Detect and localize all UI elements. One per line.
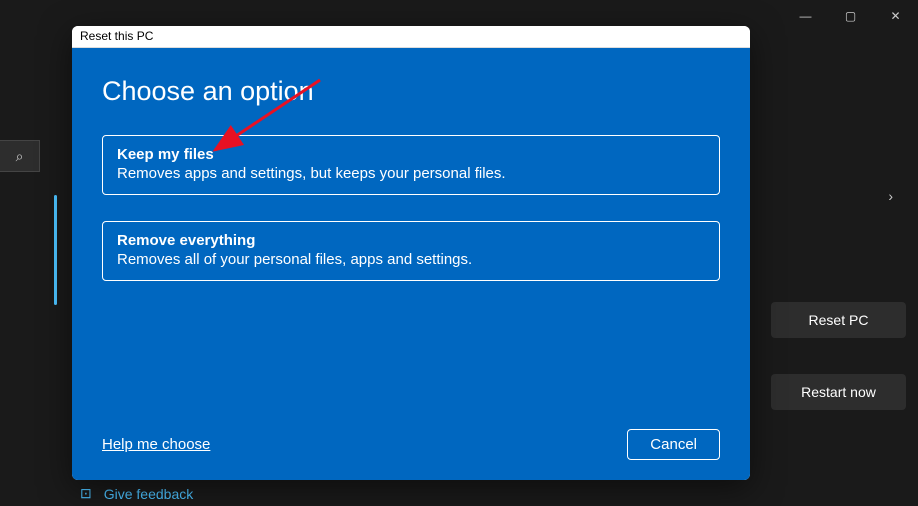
dialog-footer: Help me choose Cancel [102,429,720,460]
feedback-label: Give feedback [104,486,194,502]
dialog-body: Choose an option Keep my files Removes a… [72,48,750,480]
feedback-icon: ⊡ [80,485,92,502]
minimize-button[interactable]: — [783,0,828,32]
option-keep-my-files[interactable]: Keep my files Removes apps and settings,… [102,135,720,195]
restart-now-button[interactable]: Restart now [771,374,906,410]
give-feedback-link[interactable]: ⊡ Give feedback [80,485,193,502]
option-title: Keep my files [117,146,705,163]
sidebar-selection-indicator [54,195,57,305]
help-me-choose-link[interactable]: Help me choose [102,436,210,453]
close-button[interactable]: ✕ [873,0,918,32]
option-description: Removes apps and settings, but keeps you… [117,165,705,182]
dialog-heading: Choose an option [102,76,720,107]
maximize-button[interactable]: ▢ [828,0,873,32]
reset-pc-button[interactable]: Reset PC [771,302,906,338]
search-icon: ⌕ [16,148,24,165]
cancel-button[interactable]: Cancel [627,429,720,460]
option-remove-everything[interactable]: Remove everything Removes all of your pe… [102,221,720,281]
search-box[interactable]: ⌕ [0,140,40,172]
option-title: Remove everything [117,232,705,249]
option-description: Removes all of your personal files, apps… [117,251,705,268]
window-controls: — ▢ ✕ [783,0,918,32]
chevron-right-icon[interactable]: › [888,188,893,204]
dialog-titlebar: Reset this PC [72,26,750,48]
reset-pc-dialog: Reset this PC Choose an option Keep my f… [72,26,750,480]
